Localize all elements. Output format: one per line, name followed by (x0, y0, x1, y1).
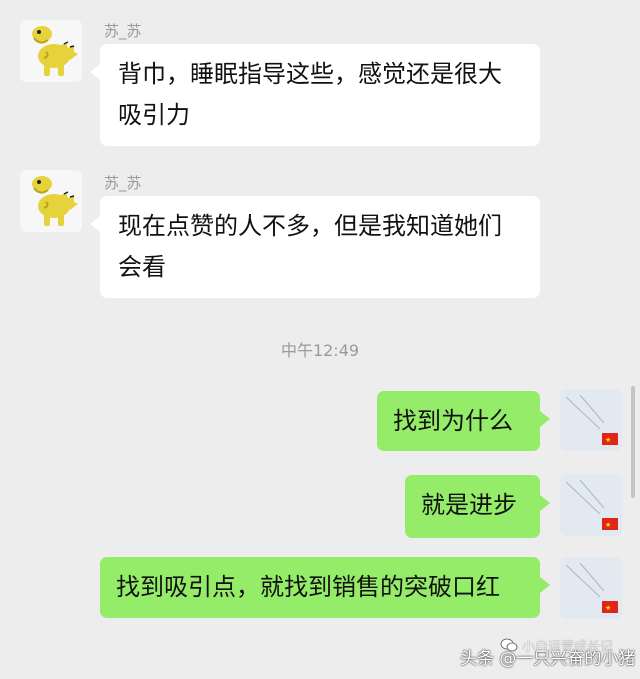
message-timestamp: 中午12:49 (280, 341, 360, 360)
contact-avatar[interactable] (20, 170, 82, 232)
self-avatar[interactable]: ★ (560, 389, 622, 451)
message-bubble-incoming[interactable]: 现在点赞的人不多，但是我知道她们会看 (90, 196, 540, 298)
contact-avatar[interactable] (20, 20, 82, 82)
self-avatar[interactable]: ★ (560, 557, 622, 619)
message-bubble-incoming[interactable]: 背巾，睡眠指导这些，感觉还是很大吸引力 (90, 44, 540, 146)
flag-icon: ★ (565, 394, 618, 445)
watermark-overlay: 小白运营成长记 (522, 640, 614, 655)
dinosaur-icon (32, 176, 78, 226)
self-avatar[interactable]: ★ (560, 474, 622, 536)
svg-text:★: ★ (605, 604, 611, 612)
message-bubble-outgoing[interactable]: 找到为什么 (377, 391, 550, 451)
svg-text:★: ★ (605, 436, 611, 444)
sender-name: 苏_苏 (104, 174, 142, 192)
svg-text:★: ★ (605, 521, 611, 529)
flag-icon: ★ (565, 562, 618, 613)
message-bubble-outgoing[interactable]: 就是进步 (405, 475, 550, 538)
flag-icon: ★ (565, 479, 618, 530)
scrollbar[interactable] (631, 386, 635, 498)
sender-name: 苏_苏 (104, 22, 142, 40)
message-bubble-outgoing[interactable]: 找到吸引点，就找到销售的突破口红 (100, 557, 550, 618)
dinosaur-icon (32, 26, 78, 76)
